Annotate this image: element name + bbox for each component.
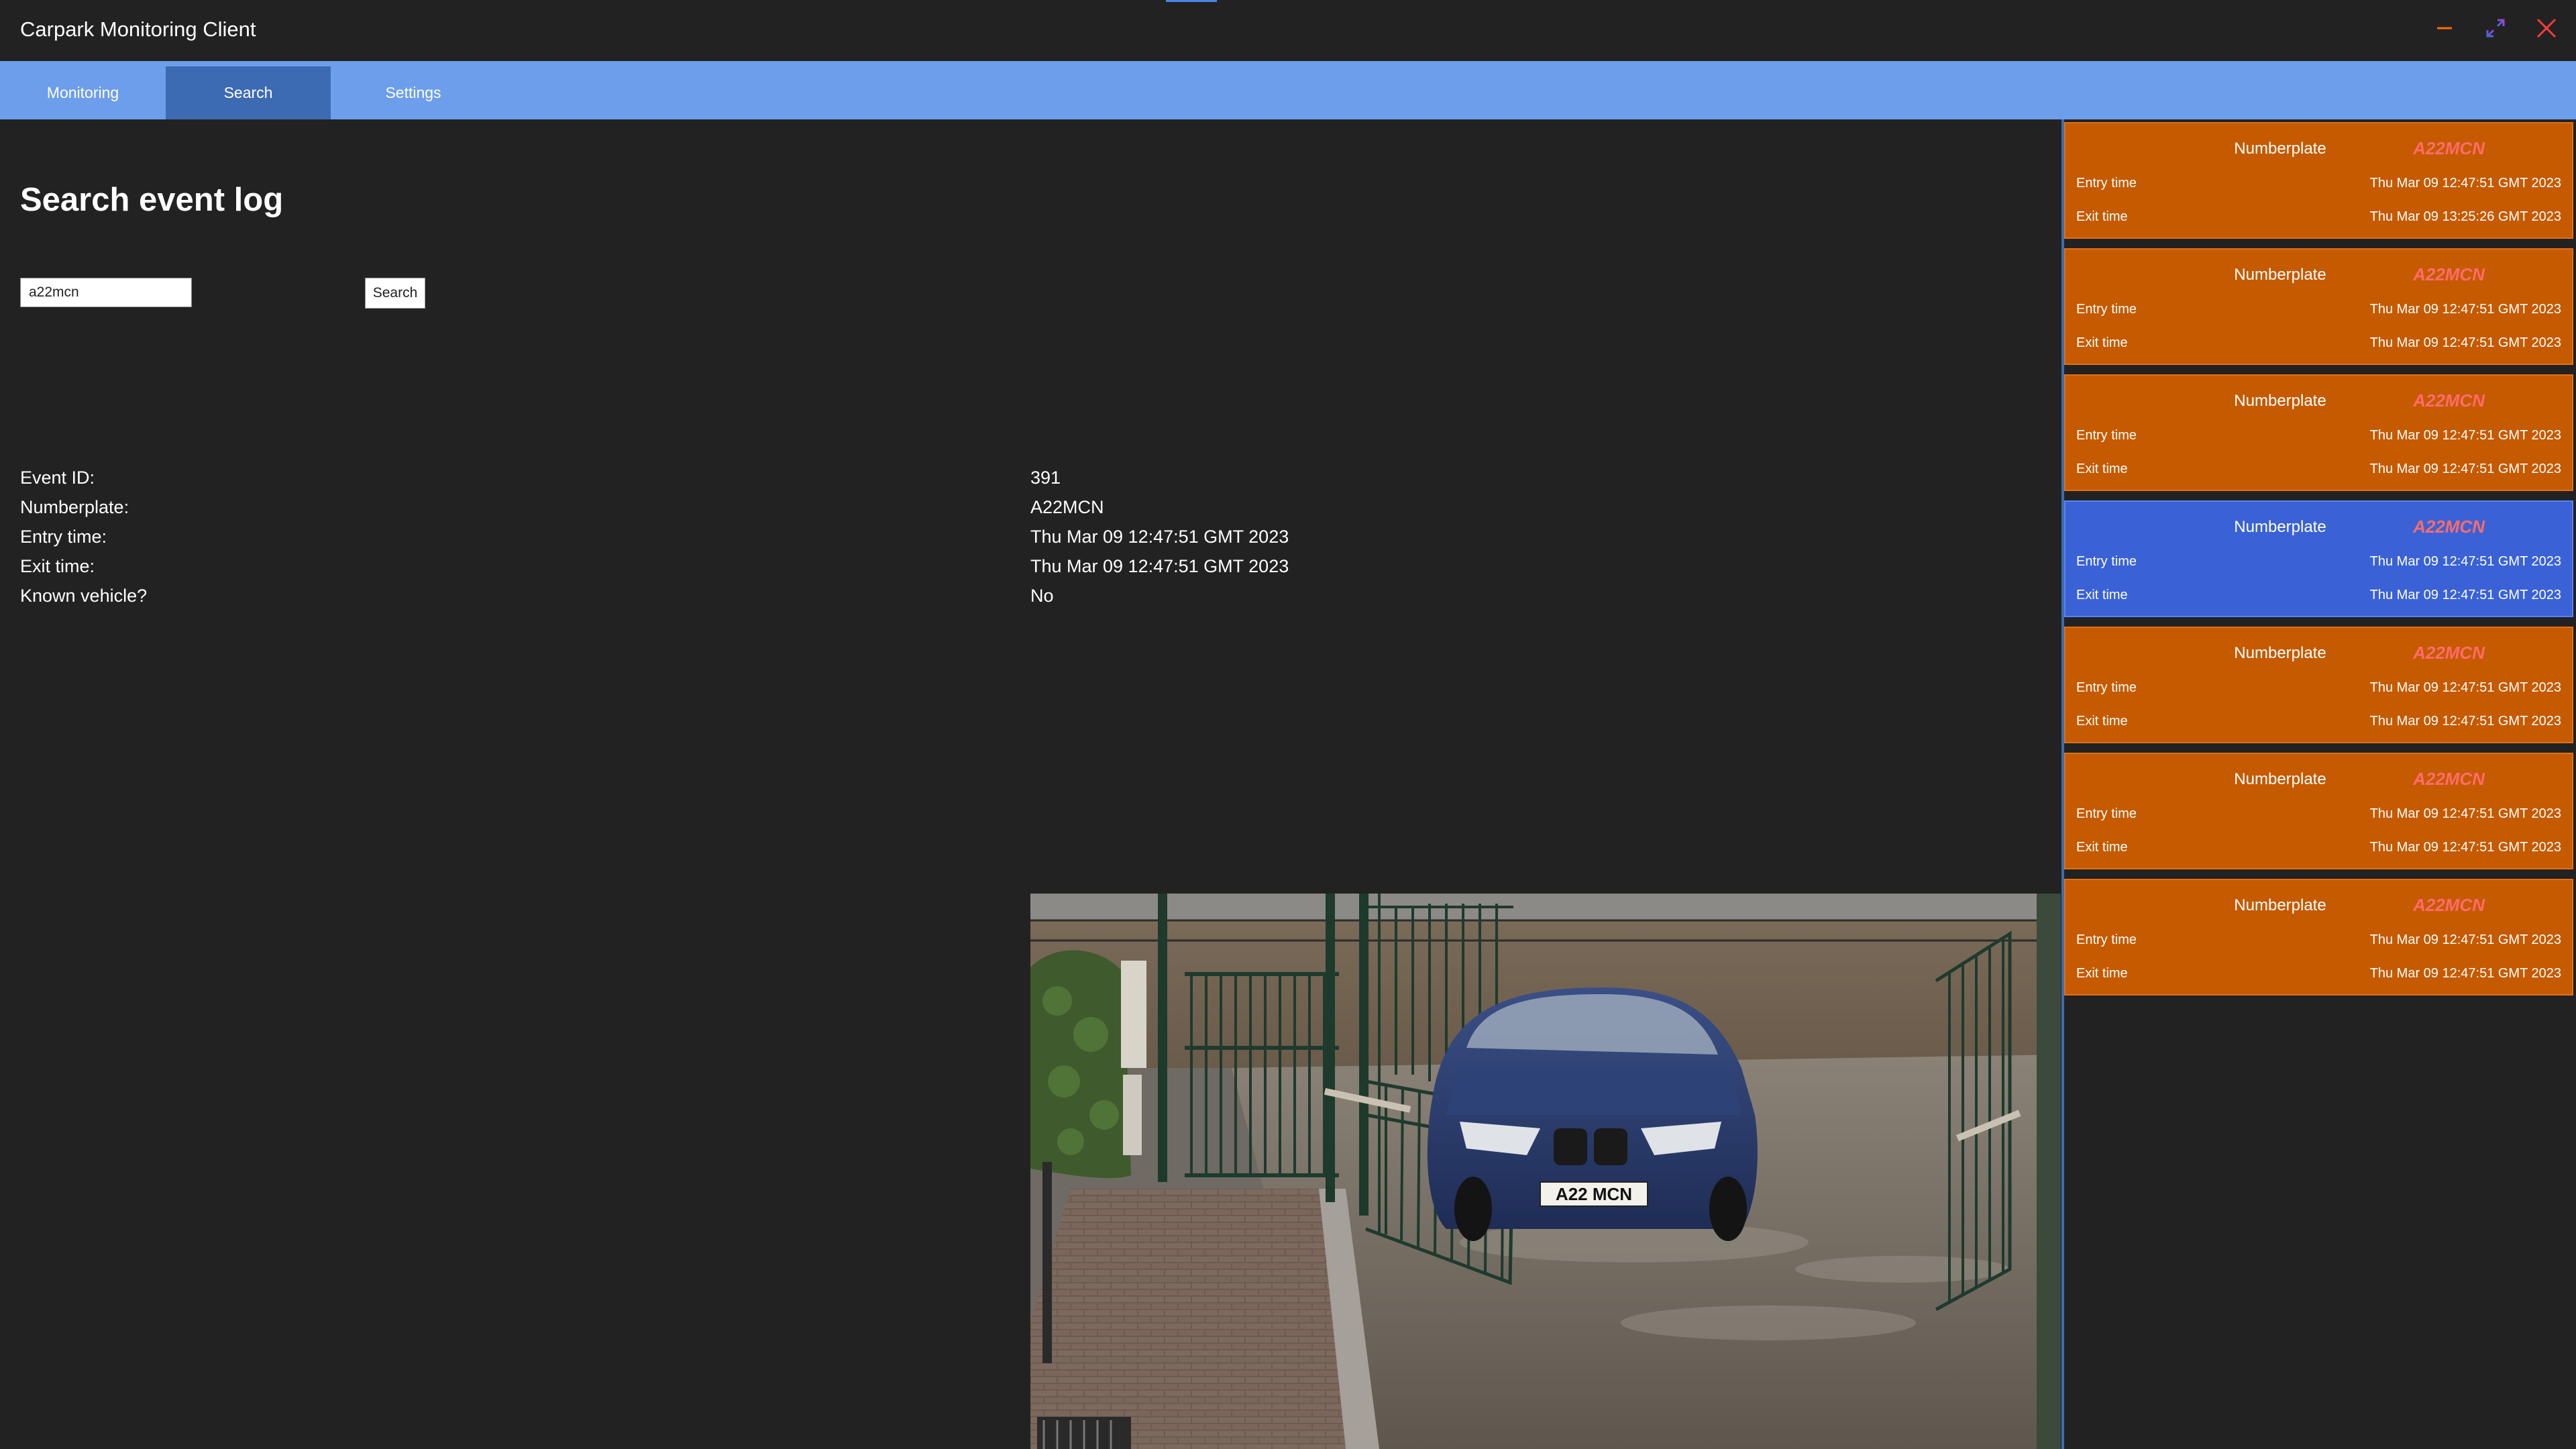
numberplate-value: A22MCN	[1030, 497, 1104, 517]
exit-time-label: Exit time	[2076, 966, 2128, 981]
event-card-selected[interactable]: Numberplate A22MCN Entry time Thu Mar 09 …	[2064, 500, 2573, 617]
minimize-button[interactable]	[2426, 9, 2463, 47]
entry-time-value: Thu Mar 09 12:47:51 GMT 2023	[2369, 554, 2561, 569]
exit-time-value: Thu Mar 09 12:47:51 GMT 2023	[1030, 556, 1289, 576]
page-title: Search event log	[20, 182, 284, 218]
minimize-icon	[2434, 18, 2455, 38]
numberplate-label: Numberplate	[2234, 392, 2326, 410]
exit-time-value: Thu Mar 09 13:25:26 GMT 2023	[2369, 209, 2561, 224]
entry-time-label: Entry time	[2076, 806, 2137, 821]
tab-settings[interactable]: Settings	[331, 66, 496, 119]
camera-snapshot: A22 MCN	[1030, 894, 2061, 1449]
event-id-label: Event ID:	[20, 468, 95, 488]
close-icon	[2535, 17, 2558, 40]
exit-time-label: Exit time	[2076, 588, 2128, 602]
exit-time-value: Thu Mar 09 12:47:51 GMT 2023	[2369, 462, 2561, 476]
numberplate-label: Numberplate	[2234, 770, 2326, 788]
numberplate-label: Numberplate	[2234, 896, 2326, 914]
entry-time-label: Entry time	[2076, 302, 2137, 317]
exit-time-label: Exit time	[2076, 209, 2128, 224]
search-button[interactable]: Search	[365, 278, 425, 309]
exit-time-value: Thu Mar 09 12:47:51 GMT 2023	[2369, 335, 2561, 350]
numberplate-label: Numberplate:	[20, 497, 129, 517]
exit-time-label: Exit time:	[20, 556, 95, 576]
numberplate-value: A22MCN	[2413, 264, 2485, 284]
details-labels: Event ID: Numberplate: Entry time: Exit …	[20, 463, 147, 610]
numberplate-value: A22MCN	[2413, 390, 2485, 411]
numberplate-value: A22MCN	[2413, 769, 2485, 789]
exit-time-label: Exit time	[2076, 335, 2128, 350]
camera-plate-text: A22 MCN	[1556, 1184, 1632, 1204]
entry-time-label: Entry time	[2076, 554, 2137, 569]
numberplate-value: A22MCN	[2413, 517, 2485, 537]
numberplate-label: Numberplate	[2234, 266, 2326, 284]
title-bar[interactable]: Carpark Monitoring Client	[0, 0, 2576, 61]
details-values: 391 A22MCN Thu Mar 09 12:47:51 GMT 2023 …	[1030, 463, 1289, 610]
entry-time-label: Entry time	[2076, 932, 2137, 947]
entry-time-value: Thu Mar 09 12:47:51 GMT 2023	[2369, 428, 2561, 443]
known-vehicle-value: No	[1030, 586, 1054, 606]
numberplate-value: A22MCN	[2413, 138, 2485, 158]
event-card[interactable]: Numberplate A22MCN Entry time Thu Mar 09 …	[2064, 753, 2573, 869]
entry-time-value: Thu Mar 09 12:47:51 GMT 2023	[2369, 806, 2561, 821]
maximize-button[interactable]	[2477, 9, 2514, 47]
exit-time-label: Exit time	[2076, 840, 2128, 855]
numberplate-label: Numberplate	[2234, 140, 2326, 158]
entry-time-label: Entry time	[2076, 428, 2137, 443]
exit-time-value: Thu Mar 09 12:47:51 GMT 2023	[2369, 588, 2561, 602]
exit-time-value: Thu Mar 09 12:47:51 GMT 2023	[2369, 966, 2561, 981]
known-vehicle-label: Known vehicle?	[20, 586, 148, 606]
entry-time-value: Thu Mar 09 12:47:51 GMT 2023	[1030, 527, 1289, 547]
numberplate-value: A22MCN	[2413, 895, 2485, 915]
maximize-icon	[2484, 17, 2507, 40]
numberplate-value: A22MCN	[2413, 643, 2485, 663]
event-card[interactable]: Numberplate A22MCN Entry time Thu Mar 09 …	[2064, 374, 2573, 491]
entry-time-value: Thu Mar 09 12:47:51 GMT 2023	[2369, 932, 2561, 947]
entry-time-value: Thu Mar 09 12:47:51 GMT 2023	[2369, 302, 2561, 317]
app-title: Carpark Monitoring Client	[20, 17, 256, 41]
title-bar-indicator	[1166, 0, 1217, 2]
event-card[interactable]: Numberplate A22MCN Entry time Thu Mar 09 …	[2064, 122, 2573, 239]
search-input[interactable]	[20, 278, 192, 307]
exit-time-value: Thu Mar 09 12:47:51 GMT 2023	[2369, 840, 2561, 855]
event-list[interactable]: Numberplate A22MCN Entry time Thu Mar 09 …	[2064, 122, 2576, 1005]
app-window: Carpark Monitoring Client Monitoring Sea…	[0, 0, 2576, 1449]
exit-time-label: Exit time	[2076, 714, 2128, 729]
numberplate-label: Numberplate	[2234, 518, 2326, 536]
event-card[interactable]: Numberplate A22MCN Entry time Thu Mar 09 …	[2064, 879, 2573, 996]
entry-time-value: Thu Mar 09 12:47:51 GMT 2023	[2369, 176, 2561, 191]
entry-time-value: Thu Mar 09 12:47:51 GMT 2023	[2369, 680, 2561, 695]
event-card[interactable]: Numberplate A22MCN Entry time Thu Mar 09 …	[2064, 248, 2573, 365]
exit-time-label: Exit time	[2076, 462, 2128, 476]
close-button[interactable]	[2528, 9, 2565, 47]
entry-time-label: Entry time:	[20, 527, 107, 547]
entry-time-label: Entry time	[2076, 680, 2137, 695]
tab-bar: Monitoring Search Settings	[0, 61, 2576, 119]
tab-monitoring[interactable]: Monitoring	[0, 66, 166, 119]
event-id-value: 391	[1030, 468, 1061, 488]
tab-search[interactable]: Search	[166, 66, 331, 119]
event-card[interactable]: Numberplate A22MCN Entry time Thu Mar 09 …	[2064, 627, 2573, 743]
numberplate-label: Numberplate	[2234, 644, 2326, 662]
exit-time-value: Thu Mar 09 12:47:51 GMT 2023	[2369, 714, 2561, 729]
entry-time-label: Entry time	[2076, 176, 2137, 191]
